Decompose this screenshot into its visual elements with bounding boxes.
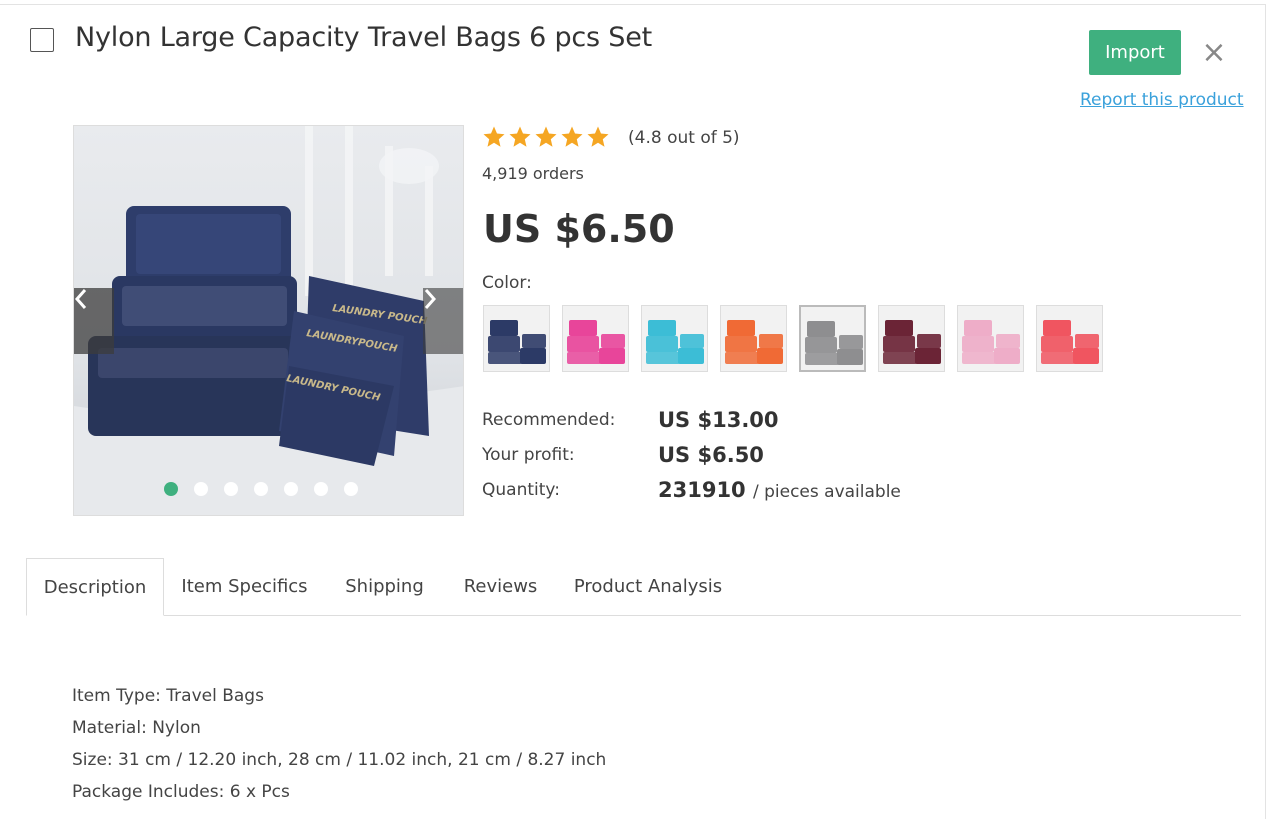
color-swatch-gray[interactable] xyxy=(799,305,866,372)
tab-shipping[interactable]: Shipping xyxy=(331,558,438,615)
gallery-dots xyxy=(164,482,358,498)
description-line: Item Type: Travel Bags xyxy=(72,686,264,706)
orders-count: 4,919 orders xyxy=(482,164,584,183)
select-product-checkbox[interactable] xyxy=(30,28,54,52)
product-image-gallery[interactable]: LAUNDRY POUCH LAUNDRYPOUCH LAUNDRY POUCH xyxy=(73,125,464,516)
gallery-next-button[interactable] xyxy=(423,288,463,354)
gallery-dot[interactable] xyxy=(224,482,238,496)
star-icon xyxy=(535,126,557,147)
product-tabs: Description Item Specifics Shipping Revi… xyxy=(26,558,1241,616)
profit-label: Your profit: xyxy=(482,445,575,465)
color-swatch-navy[interactable] xyxy=(483,305,550,372)
color-swatch-orange[interactable] xyxy=(720,305,787,372)
color-swatch-light-pink[interactable] xyxy=(957,305,1024,372)
swatch-image xyxy=(801,307,864,370)
quantity-label: Quantity: xyxy=(482,480,560,500)
gallery-dot[interactable] xyxy=(194,482,208,496)
quantity-value: 231910 / pieces available xyxy=(658,478,901,502)
color-label: Color: xyxy=(482,273,532,293)
tab-product-analysis[interactable]: Product Analysis xyxy=(563,558,733,615)
profit-value: US $6.50 xyxy=(658,443,764,467)
description-content: Item Type: Travel Bags Material: Nylon S… xyxy=(72,680,606,808)
chevron-right-icon xyxy=(424,289,437,309)
color-swatch-rose-pink[interactable] xyxy=(562,305,629,372)
chevron-left-icon xyxy=(74,289,87,309)
star-icon xyxy=(483,126,505,147)
recommended-price: US $13.00 xyxy=(658,408,779,432)
swatch-image xyxy=(563,306,628,371)
star-icon xyxy=(587,126,609,147)
tab-description[interactable]: Description xyxy=(26,558,164,616)
rating-text: (4.8 out of 5) xyxy=(628,128,740,148)
swatch-image xyxy=(721,306,786,371)
swatch-image xyxy=(879,306,944,371)
product-price: US $6.50 xyxy=(483,207,675,251)
swatch-image xyxy=(642,306,707,371)
product-title: Nylon Large Capacity Travel Bags 6 pcs S… xyxy=(75,22,653,53)
import-button[interactable]: Import xyxy=(1089,30,1181,75)
swatch-image xyxy=(1037,306,1102,371)
gallery-dot[interactable] xyxy=(164,482,178,496)
star-icon xyxy=(561,126,583,147)
color-swatches xyxy=(483,305,1103,372)
gallery-dot[interactable] xyxy=(344,482,358,496)
description-line: Package Includes: 6 x Pcs xyxy=(72,782,290,802)
description-line: Material: Nylon xyxy=(72,718,201,738)
close-icon[interactable]: × xyxy=(1201,38,1227,68)
color-swatch-watermelon[interactable] xyxy=(1036,305,1103,372)
swatch-image xyxy=(484,306,549,371)
tab-item-specifics[interactable]: Item Specifics xyxy=(172,558,317,615)
quantity-number: 231910 xyxy=(658,478,746,502)
gallery-dot[interactable] xyxy=(314,482,328,496)
gallery-prev-button[interactable] xyxy=(74,288,114,354)
quantity-suffix: / pieces available xyxy=(752,482,901,502)
rating-stars xyxy=(482,125,610,149)
star-icon xyxy=(509,126,531,147)
tab-reviews[interactable]: Reviews xyxy=(452,558,549,615)
product-image: LAUNDRY POUCH LAUNDRYPOUCH LAUNDRY POUCH xyxy=(74,126,463,515)
report-product-link[interactable]: Report this product xyxy=(1080,90,1244,110)
gallery-dot[interactable] xyxy=(284,482,298,496)
gallery-dot[interactable] xyxy=(254,482,268,496)
color-swatch-wine[interactable] xyxy=(878,305,945,372)
color-swatch-sky-blue[interactable] xyxy=(641,305,708,372)
recommended-label: Recommended: xyxy=(482,410,616,430)
swatch-image xyxy=(958,306,1023,371)
description-line: Size: 31 cm / 12.20 inch, 28 cm / 11.02 … xyxy=(72,750,607,770)
